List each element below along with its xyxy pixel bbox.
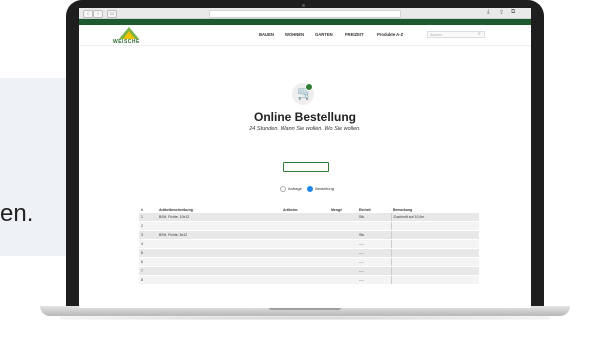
laptop-shadow bbox=[60, 316, 550, 320]
nav-bauen[interactable]: BAUEN bbox=[259, 32, 274, 37]
cell-article-number[interactable] bbox=[281, 213, 329, 222]
column-header: # bbox=[141, 207, 143, 212]
forward-button[interactable]: › bbox=[93, 10, 103, 18]
table-row: 3 BSH, Fichte, 8x12 Stk. bbox=[139, 230, 479, 240]
share-icon[interactable]: ⇪ bbox=[499, 9, 504, 16]
table-row: 8 ---- bbox=[139, 275, 479, 285]
radio-bestellung-label: Bestellung bbox=[315, 186, 334, 192]
cart-plus-icon bbox=[305, 83, 313, 91]
cell-quantity[interactable] bbox=[329, 230, 357, 240]
column-header: Einheit bbox=[359, 207, 371, 212]
cell-article-number[interactable] bbox=[281, 248, 329, 258]
cell-remark[interactable]: Zuschnitt auf 10,0m bbox=[390, 213, 479, 222]
radio-anfrage[interactable] bbox=[280, 186, 287, 192]
cell-description[interactable]: BSH, Fichte, 8x12 bbox=[157, 230, 281, 240]
table-row: 2 bbox=[139, 221, 479, 231]
order-table: # Artikelbeschreibung Artikelnr. Menge E… bbox=[139, 206, 479, 285]
cell-description[interactable] bbox=[157, 221, 281, 231]
back-button[interactable]: ‹ bbox=[83, 10, 93, 18]
column-header: Artikelbeschreibung bbox=[159, 207, 193, 212]
cell-remark[interactable] bbox=[390, 257, 479, 267]
cell-description[interactable] bbox=[157, 239, 281, 249]
table-header-row: # Artikelbeschreibung Artikelnr. Menge E… bbox=[139, 206, 479, 213]
cell-quantity[interactable] bbox=[329, 266, 357, 276]
browser-toolbar: ‹ › ▭ ⤓ ⇪ ⧉ bbox=[79, 8, 531, 19]
nav-produkte[interactable]: Produkte A-Z bbox=[377, 32, 403, 37]
cell-quantity[interactable] bbox=[329, 257, 357, 267]
table-row: 1 BSH, Fichte, 10x12 Stk. Zuschnitt auf … bbox=[139, 213, 479, 222]
table-row: 7 ---- bbox=[139, 266, 479, 276]
column-header: Menge bbox=[331, 207, 343, 212]
cell-unit[interactable]: Stk. bbox=[357, 213, 391, 222]
cell-remark[interactable] bbox=[390, 230, 479, 240]
cell-article-number[interactable] bbox=[281, 275, 329, 285]
table-row: 5 ---- bbox=[139, 248, 479, 258]
cell-remark[interactable] bbox=[390, 221, 479, 231]
cell-description[interactable] bbox=[157, 248, 281, 258]
nav-garten[interactable]: GARTEN bbox=[315, 32, 333, 37]
logo-text[interactable]: WEISCHE bbox=[113, 39, 140, 45]
table-row: 6 ---- bbox=[139, 257, 479, 267]
cell-article-number[interactable] bbox=[281, 257, 329, 267]
cell-description[interactable] bbox=[157, 266, 281, 276]
column-header: Bemerkung bbox=[393, 207, 413, 212]
cell-quantity[interactable] bbox=[329, 213, 357, 222]
cell-remark[interactable] bbox=[390, 248, 479, 258]
cell-remark[interactable] bbox=[390, 275, 479, 285]
column-header: Artikelnr. bbox=[283, 207, 299, 212]
laptop-screen: ‹ › ▭ ⤓ ⇪ ⧉ WEISCHE BAUEN WOHNEN GARTEN … bbox=[79, 8, 531, 308]
learn-more-button[interactable] bbox=[283, 162, 329, 172]
radio-bestellung[interactable] bbox=[307, 186, 314, 192]
nav-freizeit[interactable]: FREIZEIT bbox=[345, 32, 364, 37]
cell-unit[interactable] bbox=[357, 221, 391, 231]
cell-quantity[interactable] bbox=[329, 275, 357, 285]
row-number: 1 bbox=[139, 213, 157, 222]
cart-badge-circle: 🛒 bbox=[292, 83, 314, 105]
cell-article-number[interactable] bbox=[281, 266, 329, 276]
address-bar[interactable] bbox=[209, 10, 401, 18]
cell-unit[interactable]: ---- bbox=[357, 239, 391, 249]
table-row: 4 ---- bbox=[139, 239, 479, 249]
page-subtitle: 24 Stunden. Wann Sie wollen. Wo Sie woll… bbox=[249, 126, 361, 132]
cell-unit[interactable]: ---- bbox=[357, 275, 391, 285]
row-number: 3 bbox=[139, 230, 157, 240]
row-number: 7 bbox=[139, 266, 157, 276]
row-number: 6 bbox=[139, 257, 157, 267]
radio-anfrage-label: Anfrage bbox=[287, 186, 302, 192]
cell-quantity[interactable] bbox=[329, 221, 357, 231]
search-input[interactable]: Suchen bbox=[427, 31, 485, 38]
site-header: WEISCHE BAUEN WOHNEN GARTEN FREIZEIT Pro… bbox=[79, 25, 531, 46]
row-number: 2 bbox=[139, 221, 157, 231]
background-text: en. bbox=[0, 200, 34, 227]
cell-unit[interactable]: Stk. bbox=[357, 230, 391, 240]
row-number: 4 bbox=[139, 239, 157, 249]
tabs-icon[interactable]: ⧉ bbox=[511, 9, 515, 16]
cell-description[interactable]: BSH, Fichte, 10x12 bbox=[157, 213, 281, 222]
row-number: 5 bbox=[139, 248, 157, 258]
cell-article-number[interactable] bbox=[281, 230, 329, 240]
cell-unit[interactable]: ---- bbox=[357, 257, 391, 267]
cell-article-number[interactable] bbox=[281, 221, 329, 231]
cell-description[interactable] bbox=[157, 275, 281, 285]
request-type-radios: Anfrage Bestellung bbox=[79, 186, 531, 192]
cell-remark[interactable] bbox=[390, 239, 479, 249]
camera-icon bbox=[302, 4, 305, 7]
nav-wohnen[interactable]: WOHNEN bbox=[285, 32, 304, 37]
download-icon[interactable]: ⤓ bbox=[487, 9, 490, 16]
cell-unit[interactable]: ---- bbox=[357, 248, 391, 258]
sidebar-toggle-icon[interactable]: ▭ bbox=[107, 10, 117, 18]
cell-description[interactable] bbox=[157, 257, 281, 267]
cell-quantity[interactable] bbox=[329, 248, 357, 258]
cell-quantity[interactable] bbox=[329, 239, 357, 249]
page-title: Online Bestellung bbox=[253, 110, 356, 124]
cell-unit[interactable]: ---- bbox=[357, 266, 391, 276]
row-number: 8 bbox=[139, 275, 157, 285]
search-icon[interactable]: ⌕ bbox=[478, 31, 481, 37]
logo-accent-icon bbox=[123, 31, 135, 39]
cell-remark[interactable] bbox=[390, 266, 479, 276]
cell-article-number[interactable] bbox=[281, 239, 329, 249]
